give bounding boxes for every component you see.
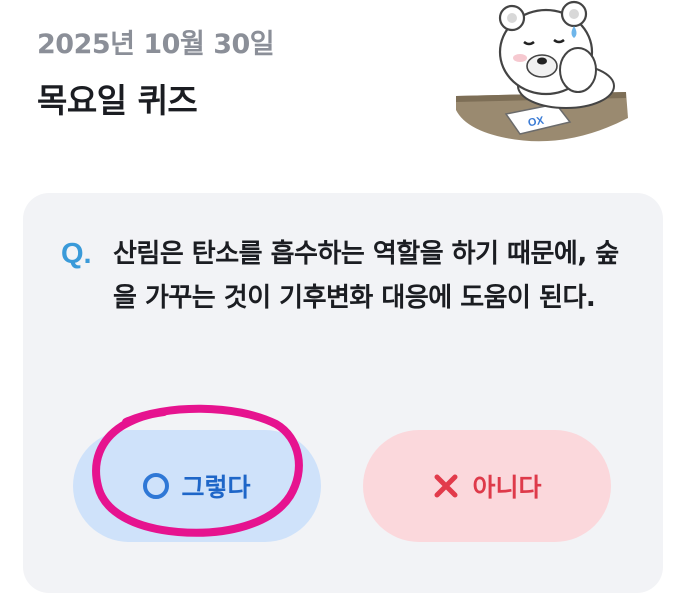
circle-o-icon xyxy=(143,473,170,499)
answer-yes-label: 그렇다 xyxy=(181,473,251,502)
polar-bear-illustration: OX xyxy=(456,0,628,142)
answer-yes-button[interactable]: 그렇다 xyxy=(73,430,321,542)
quiz-date: 2025년 10월 30일 xyxy=(37,29,275,60)
answer-no-label: 아니다 xyxy=(472,473,542,502)
x-mark-icon xyxy=(434,474,458,498)
question-text: 산림은 탄소를 흡수하는 역할을 하기 때문에, 숲을 가꾸는 것이 기후변화 … xyxy=(113,239,619,313)
answer-no-button[interactable]: 아니다 xyxy=(363,430,611,542)
question-marker: Q. xyxy=(61,238,92,270)
page-title: 목요일 퀴즈 xyxy=(37,81,198,120)
